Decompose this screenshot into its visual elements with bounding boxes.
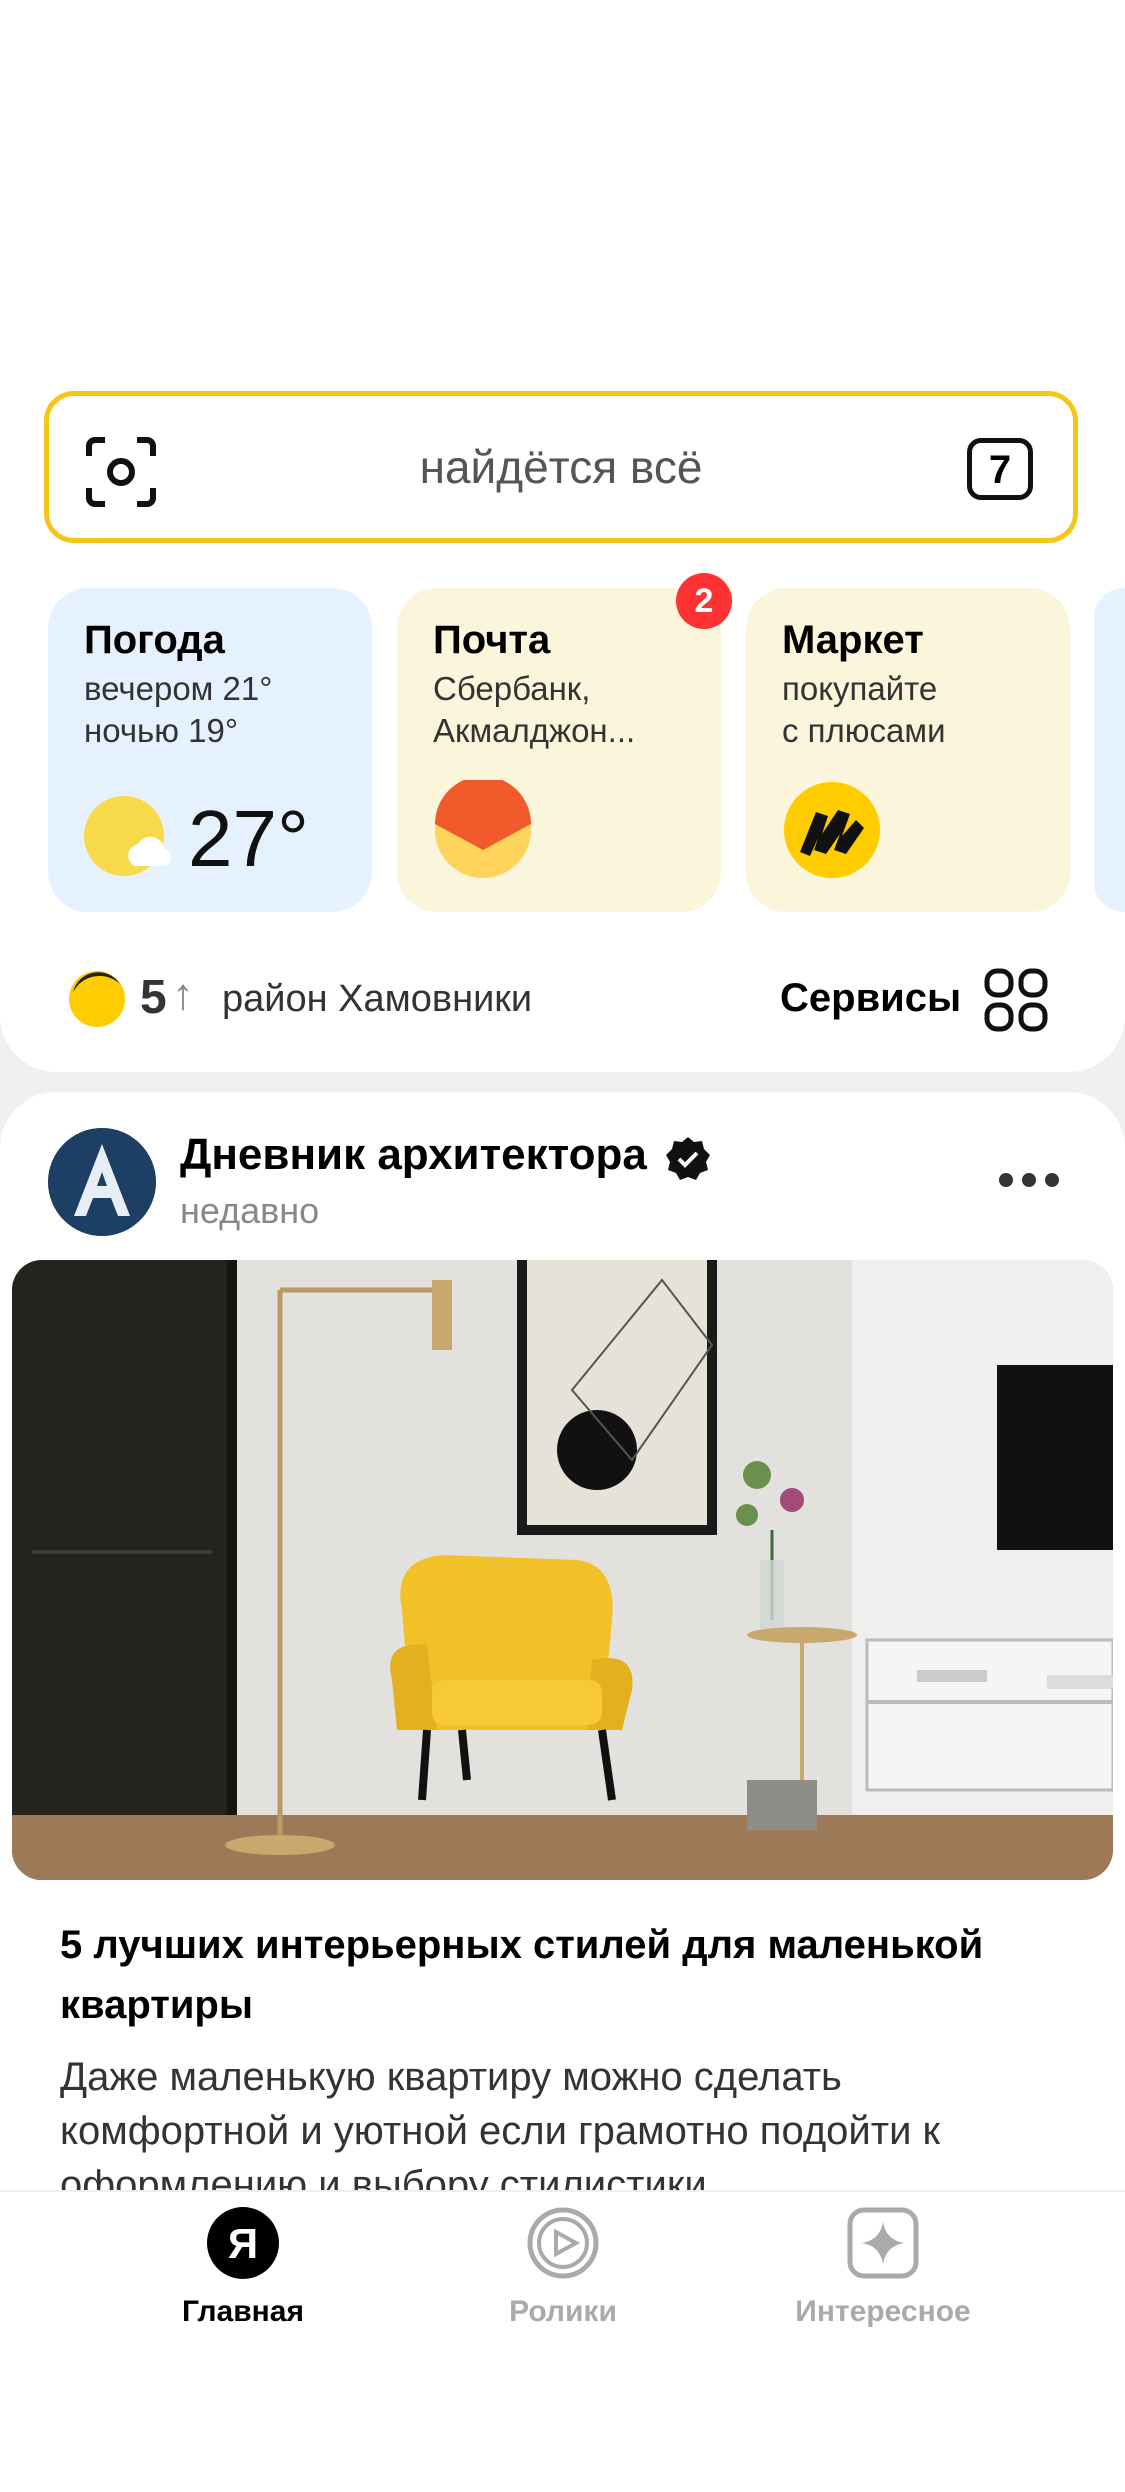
svg-text:Я: Я	[228, 2220, 258, 2267]
search-bar[interactable]: найдётся всё 7	[44, 391, 1078, 543]
interior-illustration	[12, 1260, 1113, 1880]
post-lead[interactable]: Даже маленькую квартиру можно сделать ко…	[60, 2050, 1070, 2190]
trend-arrow: ↑	[172, 970, 194, 1019]
tab-home-label: Главная	[181, 2295, 304, 2328]
tab-interesting-label: Интересное	[795, 2295, 971, 2328]
weather-night: ночью 19°	[84, 712, 239, 749]
tab-interesting[interactable]: Интересное	[718, 2192, 1048, 2352]
mail-senders: Сбербанк, Акмалджон...	[433, 668, 635, 752]
tab-videos-label: Ролики	[509, 2295, 617, 2328]
verified-icon	[666, 1137, 710, 1180]
mail-sender-1: Сбербанк,	[433, 670, 591, 707]
weather-card[interactable]: Погода вечером 21° ночью 19° 27°	[48, 588, 372, 912]
mail-title: Почта	[433, 618, 551, 662]
play-clips-icon	[527, 2207, 599, 2279]
yandex-logo-icon: Я	[207, 2207, 279, 2279]
mail-envelope-icon	[435, 780, 531, 878]
market-subtitle: покупайте с плюсами	[782, 668, 946, 752]
market-card[interactable]: Маркет покупайте с плюсами	[746, 588, 1070, 912]
next-card-edge[interactable]	[1094, 588, 1125, 912]
mail-card[interactable]: Почта Сбербанк, Акмалджон...	[397, 588, 721, 912]
mail-unread-badge: 2	[676, 573, 732, 629]
market-sub-1: покупайте	[782, 670, 938, 707]
services-label[interactable]: Сервисы	[780, 976, 961, 1021]
search-placeholder[interactable]: найдётся всё	[49, 396, 1073, 538]
tab-videos[interactable]: Ролики	[398, 2192, 728, 2352]
weather-title: Погода	[84, 618, 225, 662]
status-row: 5 ↑ район Хамовники Сервисы	[0, 960, 1125, 1040]
tab-home[interactable]: Я Главная	[78, 2192, 408, 2352]
market-title: Маркет	[782, 618, 924, 662]
market-sub-2: с плюсами	[782, 712, 946, 749]
weather-forecast: вечером 21° ночью 19°	[84, 668, 272, 752]
tabs-counter[interactable]: 7	[967, 438, 1033, 500]
channel-name[interactable]: Дневник архитектора	[180, 1130, 647, 1180]
more-options-icon[interactable]	[996, 1170, 1062, 1190]
market-logo-icon	[784, 782, 880, 878]
mail-sender-2: Акмалджон...	[433, 712, 636, 749]
weather-evening: вечером 21°	[84, 670, 273, 707]
bottom-tab-bar: Я Главная Ролики Интересное	[0, 2190, 1125, 2438]
post-headline[interactable]: 5 лучших интерьерных стилей для маленько…	[60, 1915, 1070, 2035]
post-time: недавно	[180, 1190, 320, 1231]
region-label[interactable]: район Хамовники	[222, 978, 532, 1021]
plus-points-icon	[69, 971, 125, 1027]
weather-temperature: 27°	[188, 794, 309, 883]
channel-avatar[interactable]	[48, 1128, 156, 1236]
post-image[interactable]	[12, 1260, 1113, 1880]
sun-cloud-icon	[84, 796, 171, 876]
services-grid-icon[interactable]	[984, 968, 1048, 1032]
sparkle-icon	[847, 2207, 919, 2279]
plus-points-count: 5	[140, 971, 167, 1024]
